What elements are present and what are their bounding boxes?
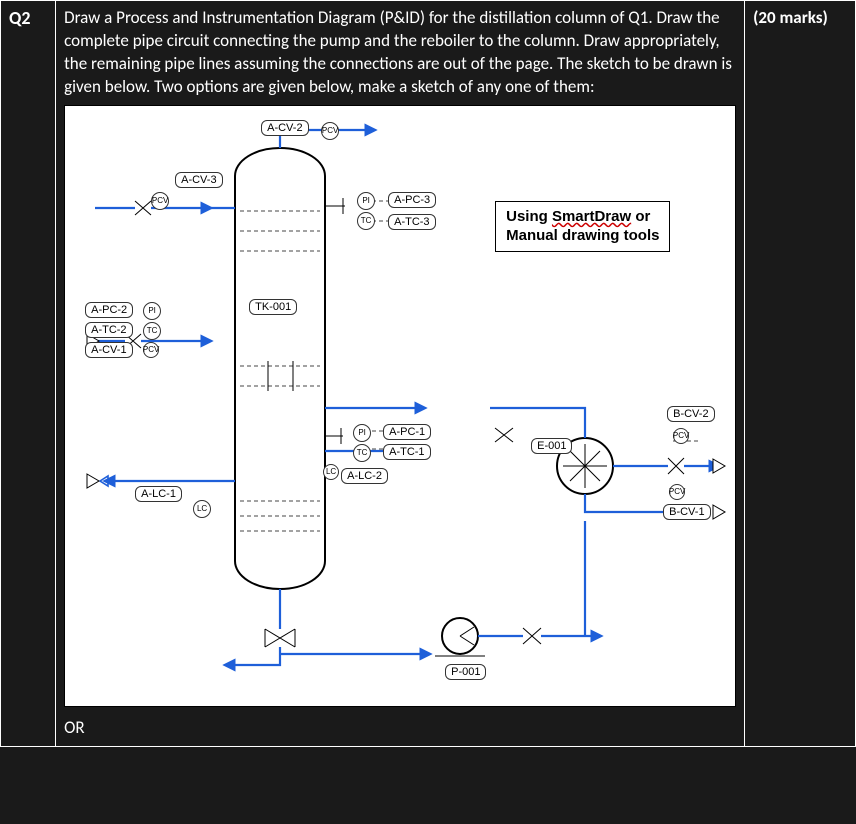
- bubble-pcv-b1: PCV: [673, 428, 689, 444]
- check-valve-pump: [523, 628, 541, 644]
- bubble-pcv-left: PCV: [151, 192, 169, 210]
- bubble-pi-r1: PI: [357, 192, 375, 210]
- tag-a-tc-3: A-TC-3: [388, 214, 435, 230]
- note-line1a: Using: [506, 208, 552, 225]
- marks-cell: (20 marks): [745, 1, 856, 747]
- tag-a-pc-1: A-PC-1: [383, 424, 431, 440]
- question-table: Q2 Draw a Process and Instrumentation Di…: [0, 0, 856, 747]
- column-tk-001: [235, 148, 325, 589]
- note-line2: Manual drawing tools: [506, 227, 659, 244]
- tag-a-lc-2: A-LC-2: [341, 468, 388, 484]
- tag-tk-001: TK-001: [249, 299, 297, 315]
- pump-p-001: [435, 618, 485, 656]
- tag-a-tc-2: A-TC-2: [85, 322, 132, 338]
- inline-valve-1: [495, 428, 513, 442]
- bubble-lc-left: LC: [193, 500, 211, 518]
- tag-e-001: E-001: [531, 438, 572, 454]
- tag-a-pc-3: A-PC-3: [388, 192, 436, 208]
- question-number: Q2: [1, 1, 56, 747]
- pid-figure: A-CV-2 A-CV-3 A-PC-3 A-TC-3 TK-001 A-PC-…: [64, 105, 736, 707]
- tag-a-lc-1: A-LC-1: [135, 486, 182, 502]
- tag-b-cv-2: B-CV-2: [667, 406, 714, 422]
- tag-a-tc-1: A-TC-1: [383, 444, 430, 460]
- bubble-lc-mid: LC: [323, 464, 339, 480]
- manual-valve-bottom: [265, 629, 295, 647]
- tag-p-001: P-001: [445, 664, 486, 680]
- tag-b-cv-1: B-CV-1: [663, 504, 710, 520]
- note-line1b: SmartDraw: [552, 208, 631, 225]
- tag-a-pc-2: A-PC-2: [85, 302, 133, 318]
- bubble-pi-left: PI: [143, 302, 161, 320]
- bubble-pi-mid: PI: [353, 424, 371, 442]
- question-prompt: Draw a Process and Instrumentation Diagr…: [64, 7, 736, 99]
- bubble-pcv-b2: PCV: [669, 484, 685, 500]
- note-line1c: or: [631, 208, 650, 225]
- tag-a-cv-1: A-CV-1: [85, 342, 132, 358]
- drawing-note: Using SmartDraw or Manual drawing tools: [495, 201, 670, 253]
- bubble-tc-r1: TC: [357, 212, 375, 230]
- tag-a-cv-2: A-CV-2: [261, 120, 308, 136]
- question-prompt-cell: Draw a Process and Instrumentation Diagr…: [56, 1, 745, 747]
- bubble-pcv-top: PCV: [321, 122, 339, 140]
- tag-a-cv-3: A-CV-3: [175, 172, 222, 188]
- bubble-tc-left: TC: [143, 322, 161, 340]
- or-separator: OR: [64, 711, 736, 740]
- bubble-tc-mid: TC: [353, 444, 371, 462]
- bubble-pcv-sm: PCV: [143, 342, 159, 358]
